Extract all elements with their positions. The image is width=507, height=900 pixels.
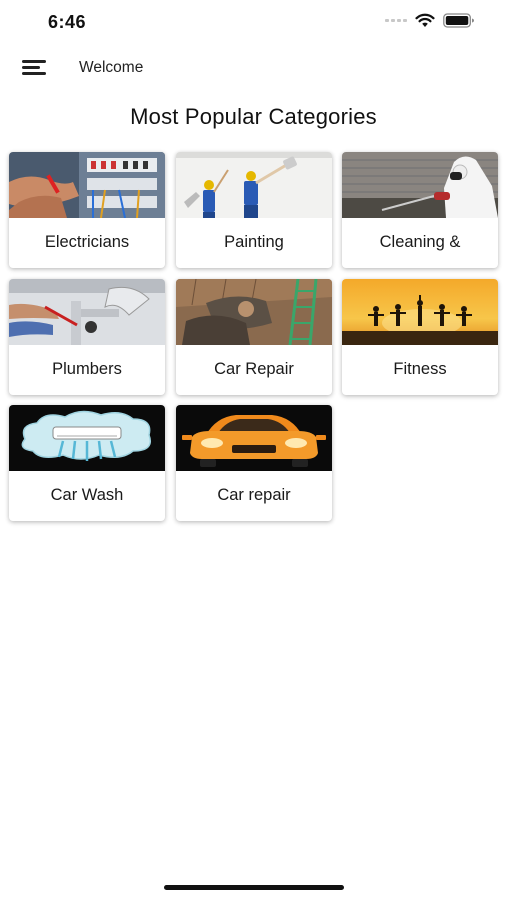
category-card-car-repair-2[interactable]: Car repair [176, 405, 332, 521]
category-label: Electricians [44, 233, 130, 251]
category-card-fitness[interactable]: Fitness [342, 279, 498, 395]
header: Welcome [0, 50, 507, 86]
fitness-photo [342, 279, 498, 345]
home-indicator[interactable] [164, 885, 344, 890]
menu-button[interactable] [22, 57, 48, 77]
category-card-cleaning[interactable]: Cleaning & [342, 152, 498, 268]
category-card-car-wash[interactable]: Car Wash [9, 405, 165, 521]
page-title: Most Popular Categories [130, 104, 377, 129]
battery-icon [443, 13, 474, 28]
status-bar: 6:46 [0, 0, 507, 46]
category-label: Fitness [393, 360, 447, 378]
category-label: Car repair [217, 486, 291, 504]
car-wash-image [9, 405, 165, 471]
painting-photo [176, 152, 332, 218]
category-card-plumbers[interactable]: Plumbers [9, 279, 165, 395]
category-card-car-repair[interactable]: Car Repair [176, 279, 332, 395]
category-label: Plumbers [52, 360, 122, 378]
wifi-icon [415, 13, 435, 27]
electrician-photo [9, 152, 165, 218]
signal-icon [385, 19, 407, 22]
cleaning-photo [342, 152, 498, 218]
plumbing-photo [9, 279, 165, 345]
category-label: Car Repair [214, 360, 294, 378]
car-image [176, 405, 332, 471]
category-card-painting[interactable]: Painting [176, 152, 332, 268]
category-label: Car Wash [50, 486, 124, 504]
category-card-electricians[interactable]: Electricians [9, 152, 165, 268]
status-time: 6:46 [48, 12, 87, 32]
category-label: Cleaning & [379, 233, 461, 251]
car-repair-photo [176, 279, 332, 345]
header-title: Welcome [79, 59, 144, 76]
status-icons [385, 13, 475, 28]
category-label: Painting [224, 233, 284, 251]
